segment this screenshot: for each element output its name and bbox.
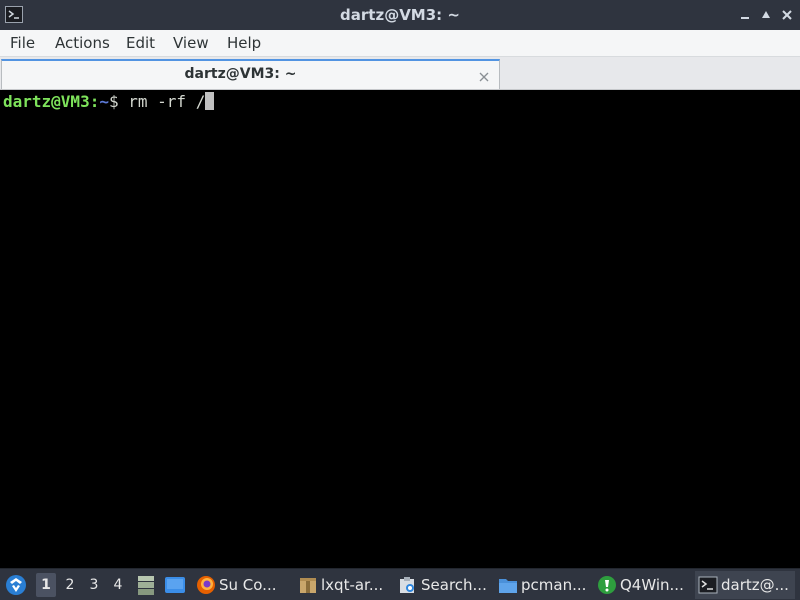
task-firefox[interactable]: Su Co...: [196, 571, 288, 599]
tab-terminal[interactable]: dartz@VM3: ~: [1, 59, 500, 89]
file-manager-launcher-icon[interactable]: [136, 574, 156, 596]
menu-help[interactable]: Help: [227, 34, 261, 52]
terminal-area[interactable]: dartz@VM3:~$ rm -rf /: [0, 90, 800, 568]
menu-actions[interactable]: Actions: [55, 34, 110, 52]
prompt-line: dartz@VM3:~$ rm -rf /: [3, 92, 215, 112]
folder-icon: [498, 575, 518, 595]
window-title: dartz@VM3: ~: [340, 6, 460, 24]
task-label: Su Co...: [219, 576, 277, 594]
desktop-3-button[interactable]: 3: [84, 573, 104, 597]
task-terminal[interactable]: dartz@...: [695, 571, 795, 599]
tab-label: dartz@VM3: ~: [184, 66, 297, 82]
taskbar: 1 2 3 4 Su Co... lxqt-ar... Search... pc…: [0, 568, 800, 600]
app-menu-icon[interactable]: [4, 573, 28, 597]
terminal-icon: [698, 575, 718, 595]
maximize-button[interactable]: [760, 9, 772, 21]
desktop-2-button[interactable]: 2: [60, 573, 80, 597]
task-archiver[interactable]: lxqt-ar...: [298, 571, 390, 599]
menu-edit[interactable]: Edit: [126, 34, 155, 52]
prompt-colon: :: [89, 92, 100, 111]
window-titlebar[interactable]: dartz@VM3: ~: [0, 0, 800, 30]
q4wine-icon: [597, 575, 617, 595]
prompt-path: ~: [99, 92, 109, 111]
task-q4wine[interactable]: Q4Win...: [597, 571, 689, 599]
close-tab-icon[interactable]: [478, 68, 490, 82]
prompt-dollar: $: [108, 92, 119, 111]
task-label: Q4Win...: [620, 576, 684, 594]
archive-icon: [298, 575, 318, 595]
minimize-button[interactable]: [739, 9, 751, 21]
tab-bar: dartz@VM3: ~: [0, 57, 800, 90]
desktop-4-button[interactable]: 4: [108, 573, 128, 597]
task-label: lxqt-ar...: [321, 576, 384, 594]
text-cursor: [205, 92, 215, 110]
menu-bar: File Actions Edit View Help: [0, 30, 800, 57]
task-label: pcman...: [521, 576, 587, 594]
command-text: rm -rf /: [118, 92, 206, 111]
task-search[interactable]: Search...: [398, 571, 492, 599]
show-desktop-icon[interactable]: [164, 576, 186, 594]
menu-file[interactable]: File: [10, 34, 35, 52]
menu-view[interactable]: View: [173, 34, 209, 52]
task-label: dartz@...: [721, 576, 789, 594]
search-tool-icon: [398, 575, 418, 595]
prompt-user-host: dartz@VM3: [3, 92, 90, 111]
desktop-1-button[interactable]: 1: [36, 573, 56, 597]
close-window-button[interactable]: [781, 9, 793, 21]
firefox-icon: [196, 575, 216, 595]
task-label: Search...: [421, 576, 487, 594]
task-pcmanfm[interactable]: pcman...: [498, 571, 590, 599]
